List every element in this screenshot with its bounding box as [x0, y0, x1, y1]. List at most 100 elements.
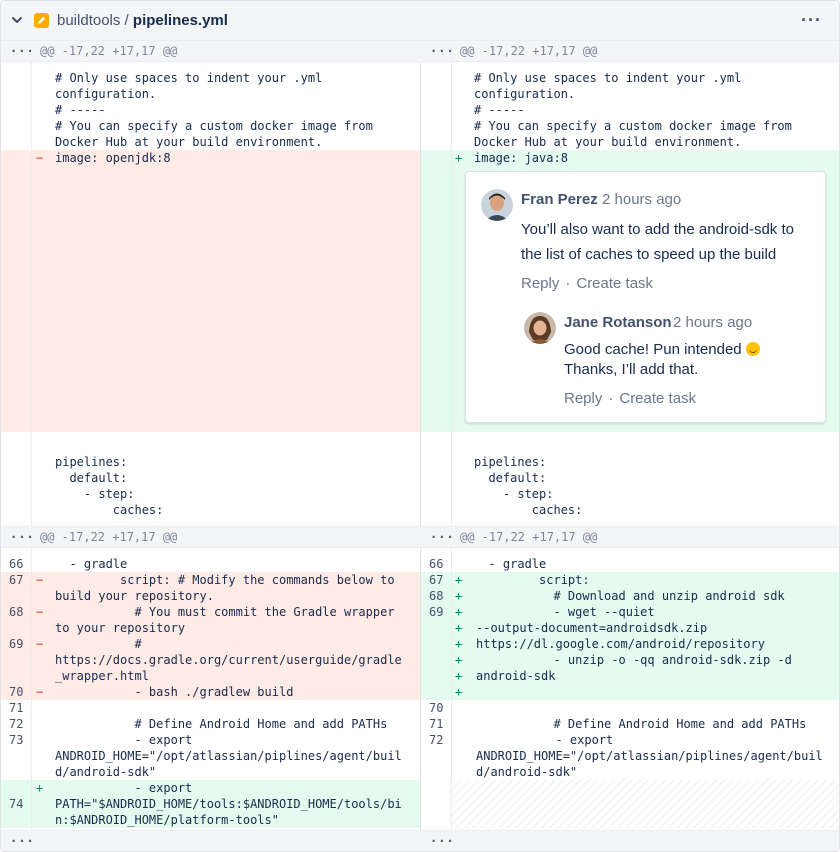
added-line: # Download and unzip android sdk: [474, 589, 785, 603]
line-number: 68: [429, 589, 444, 603]
added-mark: +: [455, 669, 463, 683]
added-gutter: [421, 150, 451, 432]
code-context: pipelines: default: - step: caches:: [55, 455, 164, 517]
comment-author[interactable]: Jane Rotanson: [564, 314, 672, 331]
code-context: pipelines: default: - step: caches:: [474, 455, 583, 517]
removed-mark: −: [36, 573, 44, 587]
diff-viewer: buildtools / pipelines.yml ··· ··· @@ -1…: [0, 0, 840, 852]
added-line: --output-document=androidsdk.zip: [476, 621, 708, 635]
comment-body: the list of caches to speed up the build: [521, 246, 777, 263]
folder-name: buildtools: [57, 12, 121, 29]
comment-author[interactable]: Fran Perez: [521, 191, 598, 208]
removed-line: script: # Modify the commands below to b…: [55, 573, 395, 603]
line-number: 69: [429, 605, 444, 619]
comment-time[interactable]: 2 hours ago: [602, 191, 681, 208]
chevron-down-icon[interactable]: [11, 14, 23, 26]
removed-mark: −: [36, 637, 44, 651]
removed-line: - bash ./gradlew build: [55, 685, 294, 699]
comment-time[interactable]: 2 hours ago: [673, 314, 752, 331]
added-line: - unzip -o -qq android-sdk.zip -d: [474, 653, 792, 667]
removed-line: image: openjdk:8: [55, 151, 171, 165]
hunk-header-right: ··· @@ -17,22 +17,17 @@: [421, 40, 839, 62]
hunk-range: @@ -17,22 +17,17 @@: [460, 44, 598, 58]
removed-mark: −: [36, 605, 44, 619]
added-mark: +: [36, 781, 44, 795]
line-number: 71: [429, 717, 444, 731]
file-header: buildtools / pipelines.yml ···: [1, 1, 839, 41]
hunk-header-right: ··· @@ -17,22 +17,17 @@: [421, 526, 839, 548]
expand-row-left: ···: [1, 830, 421, 851]
line-number: 67: [429, 573, 444, 587]
line-number: 66: [9, 557, 24, 571]
line-number: 68: [9, 605, 24, 619]
file-name: pipelines.yml: [132, 12, 228, 29]
hunk-range: @@ -17,22 +17,17 @@: [460, 530, 598, 544]
line-number: 74: [9, 797, 24, 811]
removed-line: # You must commit the Gradle wrapper to …: [55, 605, 395, 635]
comment-actions: Reply · Create task: [564, 390, 696, 407]
comment-text: Good cache! Pun intended: [564, 341, 742, 358]
added-mark: +: [455, 637, 463, 651]
comment-actions: Reply · Create task: [521, 275, 653, 292]
expand-icon[interactable]: ···: [10, 41, 35, 61]
avatar[interactable]: [481, 189, 513, 221]
code-line: - gradle: [474, 557, 547, 571]
path-separator: /: [120, 12, 133, 29]
file-path[interactable]: buildtools / pipelines.yml: [57, 12, 228, 29]
code-context: # Only use spaces to indent your .yml co…: [55, 71, 373, 149]
added-line: - wget --quiet: [474, 605, 655, 619]
code-line: - export ANDROID_HOME="/opt/atlassian/pi…: [476, 733, 823, 779]
added-mark: +: [455, 573, 463, 587]
file-icon: [34, 13, 49, 28]
expand-icon[interactable]: ···: [430, 831, 455, 851]
expand-icon[interactable]: ···: [430, 527, 455, 547]
removed-mark: −: [36, 685, 44, 699]
code-line: # Define Android Home and add PATHs: [474, 717, 807, 731]
code-line: # Define Android Home and add PATHs: [55, 717, 388, 731]
expand-icon[interactable]: ···: [430, 41, 455, 61]
line-number: 70: [9, 685, 24, 699]
reply-link[interactable]: Reply: [521, 275, 559, 292]
action-separator: ·: [565, 275, 571, 292]
line-number: 72: [429, 733, 444, 747]
comment-thread: Fran Perez 2 hours ago You’ll also want …: [465, 171, 826, 423]
added-mark: +: [455, 151, 463, 165]
code-context: # Only use spaces to indent your .yml co…: [474, 71, 792, 149]
removed-block: [32, 150, 420, 432]
reply-link[interactable]: Reply: [564, 390, 602, 407]
code-line: - export ANDROID_HOME="/opt/atlassian/pi…: [55, 733, 402, 779]
avatar[interactable]: [524, 312, 556, 344]
hunk-header-left: ··· @@ -17,22 +17,17 @@: [1, 526, 421, 548]
added-mark: +: [455, 653, 463, 667]
comment-body: Thanks, I’ll add that.: [564, 361, 699, 378]
added-line: - export PATH="$ANDROID_HOME/tools:$ANDR…: [55, 781, 402, 827]
create-task-link[interactable]: Create task: [576, 275, 653, 292]
added-mark: +: [455, 605, 463, 619]
expand-row-right: ···: [421, 830, 839, 851]
line-number: 71: [9, 701, 24, 715]
expand-icon[interactable]: ···: [10, 831, 35, 851]
added-line: script:: [474, 573, 590, 587]
hunk-range: @@ -17,22 +17,17 @@: [40, 530, 178, 544]
code-line: - gradle: [55, 557, 128, 571]
added-mark: +: [455, 589, 463, 603]
empty-filler: [452, 780, 839, 828]
line-number: 66: [429, 557, 444, 571]
added-line: image: java:8: [474, 151, 568, 165]
line-number: 67: [9, 573, 24, 587]
more-icon[interactable]: ···: [801, 11, 825, 30]
added-line: https://dl.google.com/android/repository: [476, 637, 765, 651]
added-mark: +: [455, 621, 463, 635]
removed-gutter: [1, 150, 31, 432]
added-line: android-sdk: [476, 669, 556, 683]
action-separator: ·: [608, 390, 614, 407]
create-task-link[interactable]: Create task: [619, 390, 696, 407]
hunk-range: @@ -17,22 +17,17 @@: [40, 44, 178, 58]
removed-line: # https://docs.gradle.org/current/usergu…: [55, 637, 402, 683]
line-number: 70: [429, 701, 444, 715]
removed-mark: −: [36, 151, 44, 165]
grin-emoji-icon: [745, 342, 760, 356]
hunk-header-left: ··· @@ -17,22 +17,17 @@: [1, 40, 421, 62]
added-mark: +: [455, 685, 463, 699]
expand-icon[interactable]: ···: [10, 527, 35, 547]
